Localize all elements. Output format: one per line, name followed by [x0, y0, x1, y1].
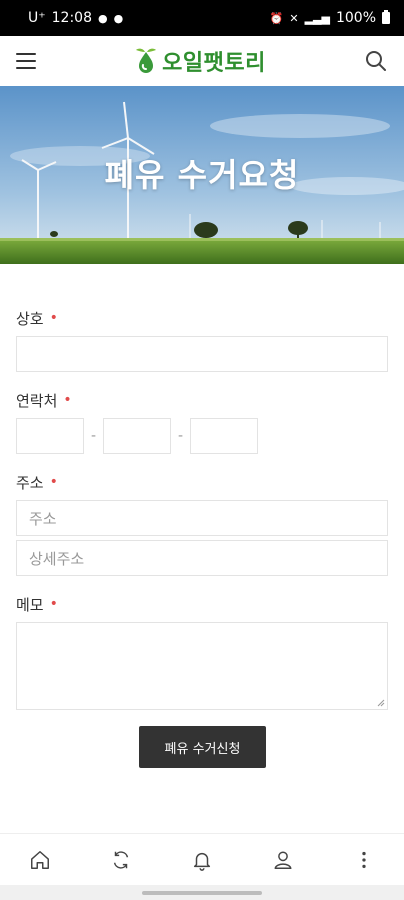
- phone-label: 연락처 •: [16, 390, 72, 410]
- refresh-icon[interactable]: [110, 849, 132, 871]
- company-label-text: 상호: [16, 309, 44, 328]
- company-label: 상호 •: [16, 308, 58, 328]
- battery-label: 100%: [335, 10, 376, 26]
- phone-row: - -: [16, 418, 258, 454]
- home-indicator[interactable]: [142, 890, 262, 895]
- address-detail-placeholder: 상세주소: [29, 549, 85, 568]
- required-mark: •: [49, 310, 58, 326]
- memo-textarea[interactable]: [16, 622, 388, 710]
- resize-handle-icon[interactable]: [377, 699, 385, 707]
- required-mark: •: [49, 474, 58, 490]
- phone-separator: -: [177, 428, 184, 444]
- chat-icon: ●: [98, 11, 108, 25]
- phone-field-2[interactable]: [103, 418, 171, 454]
- brand-logo[interactable]: 오일팻토리: [134, 45, 266, 77]
- address-label: 주소 •: [16, 472, 58, 492]
- address-input[interactable]: 주소: [16, 500, 388, 536]
- battery-icon: [382, 10, 390, 24]
- droplet-leaf-icon: [136, 48, 157, 73]
- signal-icon: ▂▃▅: [304, 11, 330, 25]
- phone-label-text: 연락처: [16, 391, 58, 410]
- phone-field-3[interactable]: [190, 418, 258, 454]
- submit-button[interactable]: 폐유 수거신청: [139, 726, 266, 768]
- notification-icon: ●: [113, 11, 124, 25]
- address-detail-input[interactable]: 상세주소: [16, 540, 388, 576]
- time-label: 12:08: [51, 10, 92, 26]
- bottom-nav: [0, 833, 404, 885]
- menu-icon[interactable]: [16, 53, 36, 69]
- hero-banner: 폐유 수거요청: [0, 86, 404, 264]
- memo-label-text: 메모: [16, 595, 44, 614]
- required-mark: •: [49, 596, 58, 612]
- carrier-label: U⁺: [28, 10, 46, 26]
- address-placeholder: 주소: [29, 509, 57, 528]
- memo-label: 메모 •: [16, 594, 58, 614]
- brand-name: 오일팻토리: [162, 51, 266, 76]
- alarm-icon: ⏰: [269, 11, 284, 25]
- home-icon[interactable]: [29, 849, 51, 871]
- page-title: 폐유 수거요청: [104, 156, 300, 194]
- gesture-bar: [0, 885, 404, 900]
- user-icon[interactable]: [272, 849, 294, 871]
- mute-icon: ✕: [289, 11, 299, 25]
- phone-field-1[interactable]: [16, 418, 84, 454]
- app-header: 오일팻토리: [0, 36, 404, 86]
- status-bar: U⁺ 12:08 ● ● ⏰ ✕ ▂▃▅ 100%: [0, 0, 404, 36]
- search-icon[interactable]: [364, 49, 388, 73]
- company-input[interactable]: [16, 336, 388, 372]
- address-label-text: 주소: [16, 473, 44, 492]
- bell-icon[interactable]: [191, 849, 213, 871]
- required-mark: •: [63, 392, 72, 408]
- phone-separator: -: [90, 428, 97, 444]
- more-icon[interactable]: [353, 849, 375, 871]
